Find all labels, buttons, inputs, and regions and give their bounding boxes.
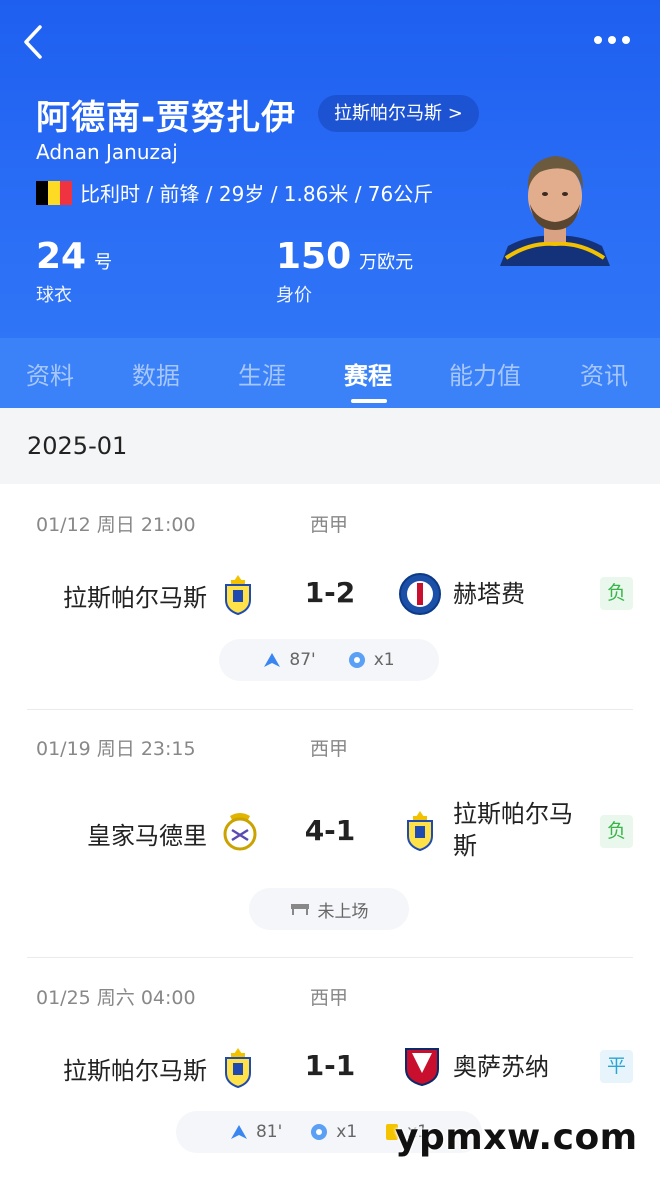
watermark: ypmxw.com xyxy=(395,1117,638,1158)
away-team-name: 拉斯帕尔马斯 xyxy=(453,800,573,860)
tab-schedule[interactable]: 赛程 xyxy=(344,356,392,391)
match-league: 西甲 xyxy=(310,514,349,536)
match-card[interactable]: 01/19 周日 23:15 西甲 皇家马德里 4-1 拉斯帕尔马斯 负 未上场 xyxy=(0,734,660,954)
player-info-row: 比利时 / 前锋 / 29岁 / 1.86米 / 76公斤 xyxy=(36,178,433,207)
chevron-left-icon xyxy=(24,25,42,59)
more-dot-icon xyxy=(594,36,602,44)
home-team-name: 皇家马德里 xyxy=(87,822,207,850)
las-palmas-crest-icon xyxy=(225,575,251,616)
market-value-unit: 万欧元 xyxy=(359,252,414,273)
player-avatar xyxy=(500,138,610,266)
match-time: 01/19 周日 23:15 xyxy=(36,738,196,760)
tab-bar: 资料 数据 生涯 赛程 能力值 资讯 xyxy=(0,338,660,408)
real-madrid-crest-icon xyxy=(223,813,257,851)
goal-icon xyxy=(311,1124,328,1140)
goals-text: x1 xyxy=(336,1122,358,1142)
match-score: 1-2 xyxy=(304,576,356,609)
match-card[interactable]: 01/12 周日 21:00 西甲 拉斯帕尔马斯 1-2 赫塔费 负 87' x… xyxy=(0,510,660,710)
minutes-played-icon xyxy=(264,653,281,667)
osasuna-crest-icon xyxy=(405,1048,439,1087)
shirt-number-label: 球衣 xyxy=(36,285,72,306)
goals: x1 xyxy=(310,1122,357,1142)
tab-news[interactable]: 资讯 xyxy=(580,356,628,391)
more-menu-button[interactable] xyxy=(594,28,638,52)
tab-profile[interactable]: 资料 xyxy=(26,356,74,391)
result-badge: 负 xyxy=(600,577,633,610)
las-palmas-crest-icon xyxy=(407,811,433,852)
team-link-button[interactable]: 拉斯帕尔马斯 > xyxy=(318,95,479,132)
bench-status: 未上场 xyxy=(290,897,369,922)
player-match-stats: 87' x1 xyxy=(219,639,439,681)
match-time: 01/25 周六 04:00 xyxy=(36,987,196,1009)
month-label: 2025-01 xyxy=(27,432,128,460)
player-match-stats: 未上场 xyxy=(249,888,409,930)
player-info-text: 比利时 / 前锋 / 29岁 / 1.86米 / 76公斤 xyxy=(80,182,434,206)
result-badge: 平 xyxy=(600,1050,633,1083)
divider xyxy=(27,957,633,958)
market-value-label: 身价 xyxy=(276,285,312,306)
bench-status-text: 未上场 xyxy=(317,901,369,922)
market-value: 150 xyxy=(276,236,352,277)
away-team-name: 奥萨苏纳 xyxy=(453,1053,549,1081)
las-palmas-crest-icon xyxy=(225,1048,251,1089)
tab-ratings[interactable]: 能力值 xyxy=(449,356,521,391)
more-dot-icon xyxy=(622,36,630,44)
match-league: 西甲 xyxy=(310,987,349,1009)
match-time: 01/12 周日 21:00 xyxy=(36,514,196,536)
back-button[interactable] xyxy=(18,22,52,62)
shirt-number-stat: 24 号 球衣 xyxy=(36,236,112,307)
match-league: 西甲 xyxy=(310,738,349,760)
goals-text: x1 xyxy=(373,650,395,670)
more-dot-icon xyxy=(608,36,616,44)
player-header: 阿德南-贾努扎伊 拉斯帕尔马斯 > Adnan Januzaj 比利时 / 前锋… xyxy=(0,0,660,338)
result-badge: 负 xyxy=(600,815,633,848)
goal-icon xyxy=(348,652,365,668)
player-name: 阿德南-贾努扎伊 xyxy=(36,98,297,138)
market-value-stat: 150 万欧元 身价 xyxy=(276,236,413,307)
minutes-played: 87' xyxy=(263,650,316,670)
minutes-played-text: 87' xyxy=(289,650,316,670)
match-score: 1-1 xyxy=(304,1049,356,1082)
active-tab-indicator xyxy=(351,399,387,403)
belgium-flag-icon xyxy=(36,180,72,205)
divider xyxy=(27,709,633,710)
tab-stats[interactable]: 数据 xyxy=(132,356,180,391)
shirt-number: 24 xyxy=(36,236,87,277)
goals: x1 xyxy=(348,650,395,670)
minutes-played: 81' xyxy=(230,1122,282,1142)
month-header: 2025-01 xyxy=(0,408,660,484)
match-score: 4-1 xyxy=(304,814,356,847)
getafe-crest-icon xyxy=(399,573,441,615)
away-team-name: 赫塔费 xyxy=(453,580,525,608)
home-team-name: 拉斯帕尔马斯 xyxy=(63,584,207,612)
minutes-played-text: 81' xyxy=(255,1122,283,1142)
minutes-played-icon xyxy=(230,1125,247,1139)
bench-icon xyxy=(290,904,309,915)
home-team-name: 拉斯帕尔马斯 xyxy=(63,1057,207,1085)
shirt-number-unit: 号 xyxy=(94,252,113,273)
tab-career[interactable]: 生涯 xyxy=(238,356,286,391)
player-name-english: Adnan Januzaj xyxy=(36,140,178,164)
